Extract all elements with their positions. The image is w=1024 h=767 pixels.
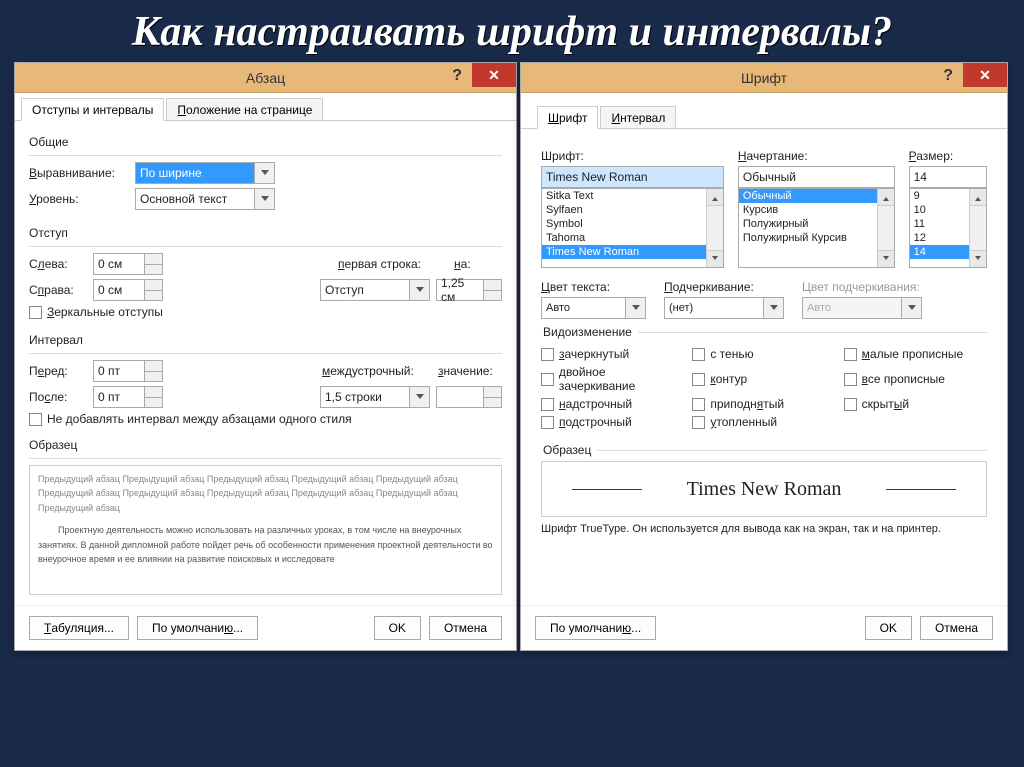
by-label: на: (454, 257, 502, 271)
linespacing-at-spinner[interactable] (436, 386, 502, 408)
scrollbar[interactable] (969, 189, 986, 267)
dont-add-space-checkbox[interactable]: Не добавлять интервал между абзацами одн… (29, 412, 352, 426)
underline-color-label: Цвет подчеркивания: (802, 280, 922, 294)
font-columns: Шрифт: Times New Roman Sitka Text Sylfae… (541, 149, 987, 268)
group-font-sample: Образец Times New Roman Шрифт TrueType. … (541, 443, 987, 535)
close-icon[interactable]: ✕ (472, 63, 516, 87)
group-effects: Видоизменение зачеркнутый с тенью малые … (541, 325, 987, 437)
cancel-button[interactable]: Отмена (429, 616, 502, 640)
alignment-combo[interactable]: По ширине (135, 162, 275, 184)
hidden-checkbox[interactable]: скрытый (844, 397, 987, 411)
tab-interval[interactable]: Интервал (600, 106, 676, 129)
font-color-label: Цвет текста: (541, 280, 646, 294)
font-name-input[interactable]: Times New Roman (541, 166, 724, 188)
close-icon[interactable]: ✕ (963, 63, 1007, 87)
paragraph-sample: Предыдущий абзац Предыдущий абзац Предыд… (29, 465, 502, 595)
chevron-down-icon (901, 298, 921, 318)
smallcaps-checkbox[interactable]: малые прописные (844, 347, 987, 361)
cancel-button[interactable]: Отмена (920, 616, 993, 640)
shadow-checkbox[interactable]: с тенью (692, 347, 835, 361)
indent-right-label: Справа: (29, 283, 87, 297)
spacing-after-spinner[interactable]: 0 пт (93, 386, 163, 408)
double-strikethrough-checkbox[interactable]: двойное зачеркивание (541, 365, 684, 393)
scrollbar[interactable] (877, 189, 894, 267)
group-sample: Образец (29, 438, 502, 452)
indent-left-label: Слева: (29, 257, 87, 271)
allcaps-checkbox[interactable]: все прописные (844, 365, 987, 393)
font-style-label: Начертание: (738, 149, 895, 163)
font-body: Шрифт: Times New Roman Sitka Text Sylfae… (521, 129, 1007, 605)
font-sample: Times New Roman (541, 461, 987, 517)
tabs-button[interactable]: Табуляция... (29, 616, 129, 640)
underline-color-combo: Авто (802, 297, 922, 319)
font-size-label: Размер: (909, 149, 987, 163)
spacing-before-label: Перед: (29, 364, 87, 378)
chevron-down-icon (763, 298, 783, 318)
slide-title: Как настраивать шрифт и интервалы? (0, 0, 1024, 62)
linespacing-at-label: значение: (438, 364, 502, 378)
engrave-checkbox[interactable]: утопленный (692, 415, 835, 429)
font-name-label: Шрифт: (541, 149, 724, 163)
linespacing-combo[interactable]: 1,5 строки (320, 386, 430, 408)
spacing-before-spinner[interactable]: 0 пт (93, 360, 163, 382)
ok-button[interactable]: OK (374, 616, 421, 640)
font-footer: По умолчанию... OK Отмена (521, 605, 1007, 650)
underline-label: Подчеркивание: (664, 280, 784, 294)
paragraph-title: Абзац (15, 70, 516, 86)
font-color-combo[interactable]: Авто (541, 297, 646, 319)
font-listbox[interactable]: Sitka Text Sylfaen Symbol Tahoma Times N… (542, 189, 706, 267)
outline-checkbox[interactable]: контур (692, 365, 835, 393)
paragraph-footer: Табуляция... По умолчанию... OK Отмена (15, 605, 516, 650)
group-spacing: Интервал (29, 333, 502, 347)
size-listbox[interactable]: 9 10 11 12 14 (910, 189, 969, 267)
firstline-by-spinner[interactable]: 1,25 см (436, 279, 502, 301)
firstline-label: первая строка: (338, 257, 448, 271)
indent-left-spinner[interactable]: 0 см (93, 253, 163, 275)
superscript-checkbox[interactable]: надстрочный (541, 397, 684, 411)
font-style-input[interactable]: Обычный (738, 166, 895, 188)
help-icon[interactable]: ? (937, 65, 959, 87)
tab-position[interactable]: Положение на странице (166, 98, 323, 121)
tab-font[interactable]: Шрифт (537, 106, 598, 129)
chevron-down-icon (254, 163, 274, 183)
linespacing-label: междустрочный: (322, 364, 432, 378)
group-indent: Отступ (29, 226, 502, 240)
default-button[interactable]: По умолчанию... (137, 616, 258, 640)
ok-button[interactable]: OK (865, 616, 912, 640)
spacing-after-label: После: (29, 390, 87, 404)
chevron-down-icon (254, 189, 274, 209)
scrollbar[interactable] (706, 189, 723, 267)
chevron-down-icon (409, 280, 429, 300)
chevron-down-icon (409, 387, 429, 407)
default-button[interactable]: По умолчанию... (535, 616, 656, 640)
level-label: Уровень: (29, 192, 129, 206)
font-dialog: Шрифт ? ✕ Шрифт Интервал Шрифт: Times Ne… (520, 62, 1008, 651)
emboss-checkbox[interactable]: приподнятый (692, 397, 835, 411)
strikethrough-checkbox[interactable]: зачеркнутый (541, 347, 684, 361)
font-size-input[interactable]: 14 (909, 166, 987, 188)
firstline-combo[interactable]: Отступ (320, 279, 430, 301)
mirror-indents-checkbox[interactable]: Зеркальные отступы (29, 305, 163, 319)
style-listbox[interactable]: Обычный Курсив Полужирный Полужирный Кур… (739, 189, 877, 267)
truetype-note: Шрифт TrueType. Он используется для выво… (541, 523, 987, 535)
chevron-down-icon (625, 298, 645, 318)
subscript-checkbox[interactable]: подстрочный (541, 415, 684, 429)
alignment-label: Выравнивание: (29, 166, 129, 180)
font-tabs: Шрифт Интервал (521, 93, 1007, 129)
help-icon[interactable]: ? (446, 65, 468, 87)
paragraph-body: Общие Выравнивание: По ширине Уровень: О… (15, 121, 516, 605)
font-title: Шрифт (521, 70, 1007, 86)
group-general: Общие (29, 135, 502, 149)
tab-indents[interactable]: Отступы и интервалы (21, 98, 164, 121)
level-combo[interactable]: Основной текст (135, 188, 275, 210)
underline-combo[interactable]: (нет) (664, 297, 784, 319)
paragraph-dialog: Абзац ? ✕ Отступы и интервалы Положение … (14, 62, 517, 651)
paragraph-tabs: Отступы и интервалы Положение на страниц… (15, 93, 516, 121)
paragraph-titlebar: Абзац ? ✕ (15, 63, 516, 93)
indent-right-spinner[interactable]: 0 см (93, 279, 163, 301)
font-titlebar: Шрифт ? ✕ (521, 63, 1007, 93)
